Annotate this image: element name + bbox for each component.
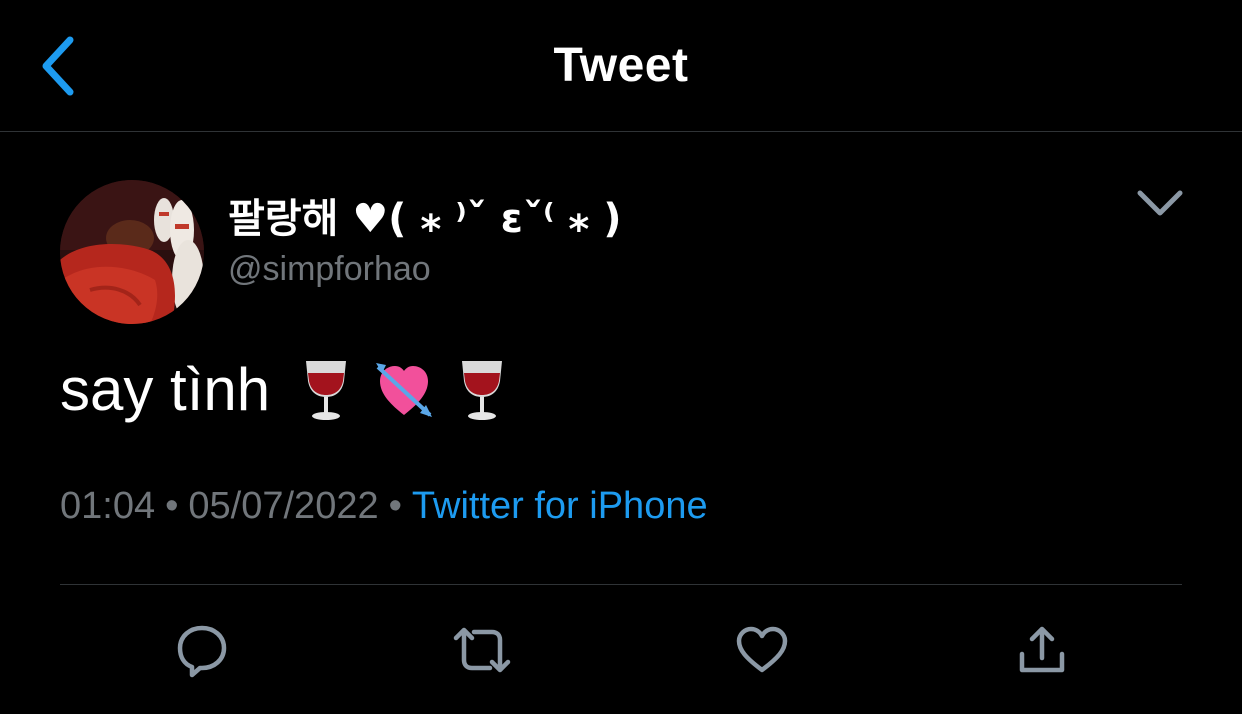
share-icon <box>1019 626 1065 673</box>
tweet-text: say tình <box>60 356 271 423</box>
avatar[interactable] <box>60 180 204 324</box>
heart-with-arrow-emoji <box>376 362 433 417</box>
meta-separator: • <box>388 485 402 527</box>
meta-separator: • <box>165 485 179 527</box>
tweet-source-link[interactable]: Twitter for iPhone <box>412 485 708 527</box>
more-options-button[interactable] <box>1128 176 1192 232</box>
divider <box>60 584 1182 585</box>
tweet-body: say tình <box>60 355 510 424</box>
author-handle[interactable]: @simpforhao <box>228 250 431 289</box>
share-button[interactable] <box>1012 620 1072 680</box>
retweet-button[interactable] <box>452 620 512 680</box>
tweet-time: 01:04 <box>60 485 156 527</box>
like-icon <box>736 626 788 673</box>
reply-button[interactable] <box>172 620 232 680</box>
retweet-icon <box>453 627 511 673</box>
top-navigation-bar: Tweet <box>0 0 1242 132</box>
page-title: Tweet <box>553 39 689 92</box>
reply-icon <box>177 625 227 678</box>
tweet-meta: 01:04 • 05/07/2022 • Twitter for iPhone <box>60 485 708 528</box>
wine-glass-emoji <box>462 360 503 420</box>
like-button[interactable] <box>732 620 792 680</box>
chevron-down-icon <box>1137 190 1183 216</box>
avatar-image <box>60 180 204 324</box>
tweet-emojis <box>298 357 510 423</box>
author-display-name[interactable]: 팔랑해 ♥( ⁎ ⁾ˇ εˇ⁽ ⁎ ) <box>228 186 622 244</box>
tweet-date: 05/07/2022 <box>188 485 379 527</box>
wine-glass-emoji <box>306 360 347 420</box>
